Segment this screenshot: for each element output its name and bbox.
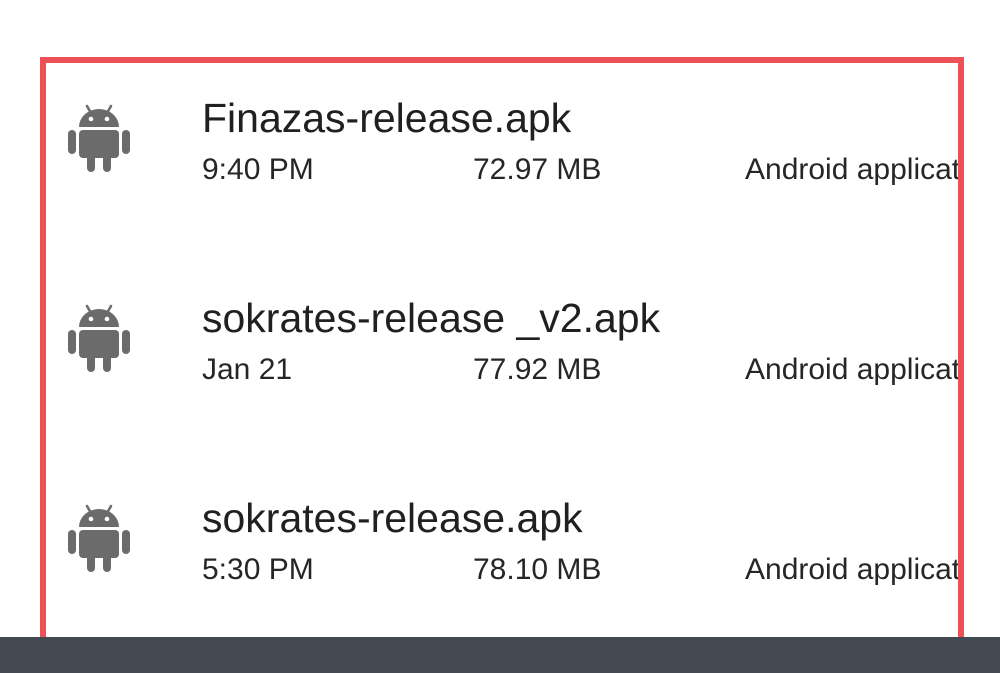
file-name: Finazas-release.apk [202, 95, 572, 141]
bottom-bar [0, 637, 1000, 673]
android-icon [68, 302, 130, 374]
file-size: 77.92 MB [473, 353, 602, 386]
android-icon [68, 502, 130, 574]
file-list: Finazas-release.apk 9:40 PM 72.97 MB And… [0, 0, 1000, 637]
file-size: 78.10 MB [473, 553, 602, 586]
file-name: sokrates-release _v2.apk [202, 295, 661, 341]
file-type: Android application [745, 553, 960, 586]
file-row[interactable]: Finazas-release.apk 9:40 PM 72.97 MB And… [0, 70, 960, 220]
android-icon [68, 102, 130, 174]
file-row[interactable]: sokrates-release.apk 5:30 PM 78.10 MB An… [0, 470, 960, 620]
file-type: Android application [745, 353, 960, 386]
file-row[interactable]: sokrates-release _v2.apk Jan 21 77.92 MB… [0, 270, 960, 420]
file-date: 5:30 PM [202, 553, 314, 586]
file-name: sokrates-release.apk [202, 495, 583, 541]
file-date: Jan 21 [202, 353, 293, 386]
file-date: 9:40 PM [202, 153, 314, 186]
file-type: Android application [745, 153, 960, 186]
file-size: 72.97 MB [473, 153, 602, 186]
